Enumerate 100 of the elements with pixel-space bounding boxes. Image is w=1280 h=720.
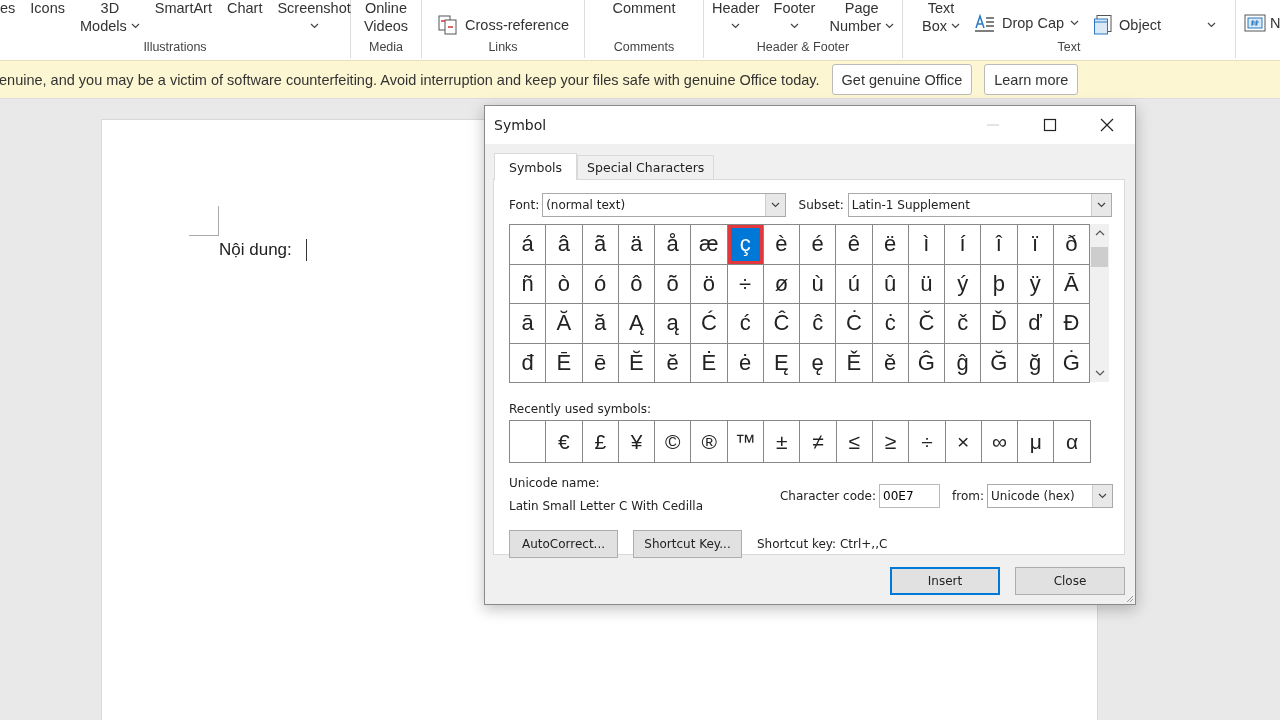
symbol-cell[interactable]: ç: [727, 225, 764, 265]
symbol-cell[interactable]: ≠: [800, 421, 837, 462]
symbol-cell[interactable]: ã: [582, 225, 619, 265]
symbol-cell[interactable]: α: [1054, 421, 1091, 462]
dialog-button[interactable]: Insert: [890, 567, 1000, 595]
symbol-cell[interactable]: ð: [1053, 225, 1090, 265]
ribbon-button[interactable]: Comment: [612, 0, 676, 17]
symbol-cell[interactable]: ċ: [872, 304, 909, 344]
symbol-cell[interactable]: ñ: [510, 264, 547, 304]
character-code-field[interactable]: 00E7: [879, 484, 941, 508]
notification-button[interactable]: Learn more: [984, 64, 1079, 95]
ribbon-button[interactable]: Online Videos: [363, 0, 409, 35]
symbol-cell[interactable]: č: [945, 304, 982, 344]
symbol-cell[interactable]: ê: [836, 225, 873, 265]
symbol-cell[interactable]: ď: [1017, 304, 1054, 344]
symbol-cell[interactable]: ā: [510, 304, 547, 344]
dropdown[interactable]: (normal text): [542, 193, 786, 217]
symbol-cell[interactable]: Č: [908, 304, 945, 344]
symbol-cell[interactable]: å: [655, 225, 692, 265]
ribbon-button[interactable]: Drop Cap: [974, 14, 1080, 32]
ribbon-button[interactable]: Chart: [226, 0, 263, 17]
symbol-cell[interactable]: â: [546, 225, 583, 265]
symbol-cell[interactable]: ė: [727, 343, 764, 383]
symbol-cell[interactable]: ą: [655, 304, 692, 344]
symbol-cell[interactable]: ®: [691, 421, 728, 462]
symbol-cell[interactable]: Ē: [546, 343, 583, 383]
symbol-cell[interactable]: ©: [655, 421, 692, 462]
symbol-cell[interactable]: ÷: [909, 421, 946, 462]
symbol-cell[interactable]: é: [800, 225, 837, 265]
symbol-cell[interactable]: Ĉ: [763, 304, 800, 344]
symbol-cell[interactable]: ĕ: [655, 343, 692, 383]
symbol-cell[interactable]: ă: [582, 304, 619, 344]
notification-button[interactable]: Get genuine Office: [831, 64, 973, 95]
symbol-cell[interactable]: î: [981, 225, 1018, 265]
symbol-cell[interactable]: ï: [1017, 225, 1054, 265]
symbol-cell[interactable]: €: [546, 421, 583, 462]
symbol-cell[interactable]: Ď: [981, 304, 1018, 344]
symbol-cell[interactable]: ù: [800, 264, 837, 304]
symbol-cell[interactable]: ×: [945, 421, 982, 462]
symbol-cell[interactable]: ö: [691, 264, 728, 304]
symbol-cell[interactable]: ≥: [872, 421, 910, 462]
ribbon-button[interactable]: Screenshot: [277, 0, 351, 35]
symbol-cell[interactable]: Ğ: [981, 343, 1018, 383]
symbol-cell[interactable]: í: [945, 225, 982, 265]
symbol-cell[interactable]: Ċ: [836, 304, 873, 344]
scroll-thumb[interactable]: [1091, 247, 1108, 267]
dropdown[interactable]: Latin-1 Supplement: [847, 193, 1112, 217]
symbol-cell[interactable]: õ: [655, 264, 692, 304]
symbol-cell[interactable]: ™: [727, 421, 765, 462]
symbol-cell[interactable]: ¥: [618, 421, 656, 462]
symbol-cell[interactable]: ÷: [727, 264, 764, 304]
symbol-cell[interactable]: ý: [945, 264, 982, 304]
ribbon-button[interactable]: Page Number: [829, 0, 895, 35]
symbol-cell[interactable]: ē: [582, 343, 619, 383]
ribbon-button[interactable]: N: [1244, 14, 1280, 32]
symbol-cell[interactable]: ĝ: [945, 343, 982, 383]
symbol-cell[interactable]: ä: [618, 225, 655, 265]
tab[interactable]: Special Characters: [577, 155, 715, 179]
symbol-cell[interactable]: ÿ: [1017, 264, 1054, 304]
ribbon-button[interactable]: Header: [711, 0, 760, 35]
symbol-cell[interactable]: Ă: [546, 304, 583, 344]
symbol-cell[interactable]: è: [763, 225, 800, 265]
ribbon-button[interactable]: Text Box: [922, 0, 960, 35]
symbol-cell[interactable]: Ą: [618, 304, 655, 344]
tab[interactable]: Symbols: [494, 153, 578, 180]
symbol-cell[interactable]: đ: [510, 343, 547, 383]
symbol-cell[interactable]: Ě: [836, 343, 873, 383]
ribbon-button[interactable]: Footer: [773, 0, 816, 35]
symbol-cell[interactable]: û: [872, 264, 909, 304]
symbol-cell[interactable]: Đ: [1053, 304, 1090, 344]
ribbon-button[interactable]: Cross-reference: [437, 14, 569, 36]
symbol-cell[interactable]: ±: [764, 421, 801, 462]
ribbon-button[interactable]: 3D Models: [80, 0, 140, 35]
symbol-cell[interactable]: ğ: [1017, 343, 1054, 383]
symbol-cell[interactable]: ć: [727, 304, 764, 344]
symbol-cell[interactable]: Ė: [691, 343, 728, 383]
symbol-cell[interactable]: ≤: [836, 421, 873, 462]
symbol-cell[interactable]: Ć: [691, 304, 728, 344]
symbol-cell[interactable]: ò: [546, 264, 583, 304]
symbol-cell[interactable]: æ: [691, 225, 728, 265]
scrollbar[interactable]: [1090, 224, 1109, 382]
symbol-cell[interactable]: ě: [872, 343, 909, 383]
action-button[interactable]: AutoCorrect...: [509, 530, 618, 558]
symbol-cell[interactable]: ę: [800, 343, 837, 383]
symbol-cell[interactable]: £: [582, 421, 619, 462]
ribbon-button[interactable]: Icons: [30, 0, 65, 17]
action-button[interactable]: Shortcut Key...: [633, 530, 742, 558]
dialog-button[interactable]: Close: [1015, 567, 1125, 595]
ribbon-button[interactable]: Object: [1093, 14, 1216, 36]
ribbon-button[interactable]: es: [0, 0, 16, 17]
symbol-cell[interactable]: μ: [1018, 421, 1055, 462]
symbol-cell[interactable]: þ: [981, 264, 1018, 304]
symbol-cell[interactable]: á: [510, 225, 547, 265]
symbol-cell[interactable]: ĉ: [800, 304, 837, 344]
symbol-cell[interactable]: ó: [582, 264, 619, 304]
symbol-cell[interactable]: ú: [836, 264, 873, 304]
dropdown[interactable]: Unicode (hex): [987, 484, 1113, 508]
symbol-cell[interactable]: ë: [872, 225, 909, 265]
ribbon-button[interactable]: SmartArt: [154, 0, 212, 17]
symbol-cell[interactable]: ì: [908, 225, 945, 265]
